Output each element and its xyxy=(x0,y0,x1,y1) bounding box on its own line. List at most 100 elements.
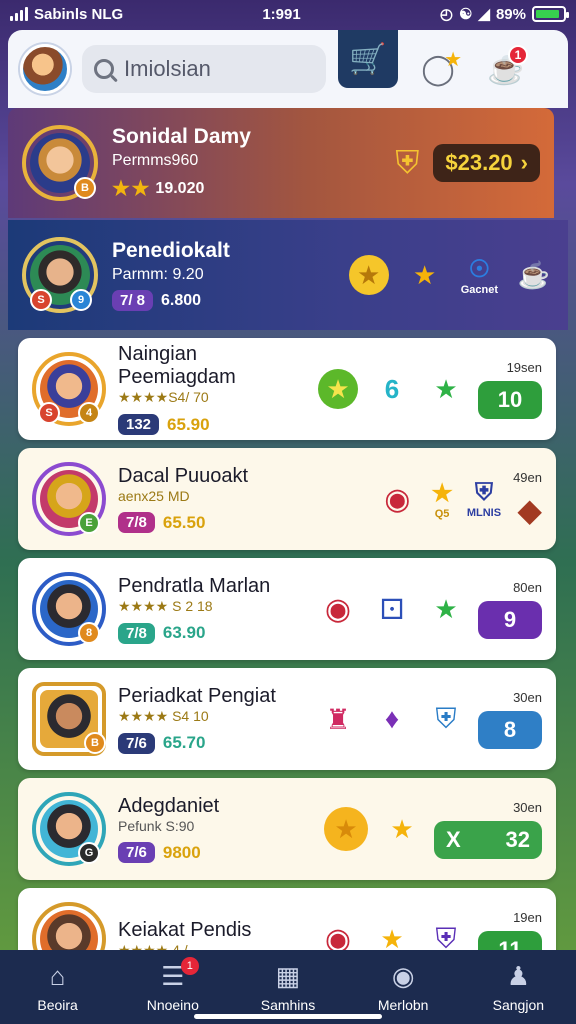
amount-value: $23.20 xyxy=(445,150,513,175)
notifications-button[interactable]: ☕ 1 xyxy=(478,41,534,97)
coin-icon[interactable]: ★ xyxy=(318,369,358,409)
user-avatar[interactable] xyxy=(20,44,70,94)
cup-icon[interactable]: ☕ xyxy=(514,255,554,295)
level-badge: 4 xyxy=(78,402,100,424)
alarm-icon: ◴ xyxy=(439,6,453,23)
star-action[interactable]: ★ Q5 xyxy=(431,479,453,520)
list-item[interactable]: 8 Pendratla Marlan ★★★★ S 2 18 7/8 63.90… xyxy=(18,558,556,660)
player-subtitle: Permms960 xyxy=(112,152,199,169)
level-tag: 132 xyxy=(118,414,160,435)
score-button[interactable]: 9 xyxy=(478,600,542,639)
carrier-label: Sabinls NLG xyxy=(34,5,124,23)
player-subtitle: Parmm: 9.20 xyxy=(112,266,204,283)
player-value: 65.70 xyxy=(162,733,206,752)
shield-action[interactable]: ⛨ MLNIS xyxy=(467,479,501,519)
list-item[interactable]: E Dacal Puuoakt aenx25 MD 7/8 65.50 ◉ ★ … xyxy=(18,448,556,550)
camera-button[interactable]: ◯ ★ xyxy=(410,41,466,97)
wifi-icon: ☯ xyxy=(458,6,473,23)
coin-icon[interactable]: ★ xyxy=(324,807,368,851)
list-item[interactable]: Keiakat Pendis ★★★★ 4 / ◉ ★ ⛨ 19en 11 xyxy=(18,888,556,950)
rating: aenx25 MD xyxy=(118,488,190,504)
time-label: 30en xyxy=(513,689,542,705)
search-bar[interactable]: Imiolsian xyxy=(82,45,326,93)
clock: 1:991 xyxy=(262,5,301,23)
chips-icon[interactable]: ◉ xyxy=(318,589,358,629)
list-item[interactable]: B Periadkat Pengiat ★★★★ S4 10 7/6 65.70… xyxy=(18,668,556,770)
star-icon[interactable]: ★ xyxy=(426,589,466,629)
player-avatar: G xyxy=(32,792,106,866)
rank-badge: S xyxy=(38,402,60,424)
level-tag: 7/ 8 xyxy=(112,290,154,311)
star-icon[interactable]: ★ xyxy=(405,255,445,295)
nav-messages[interactable]: ◉ Merlobn xyxy=(353,961,453,1014)
chart-icon: ▦ xyxy=(275,960,301,991)
nav-profile[interactable]: ♟ Sangjon xyxy=(468,960,568,1014)
score-button[interactable]: 8 xyxy=(478,710,542,749)
level-badge: B xyxy=(84,732,106,754)
rank-badge: B xyxy=(74,177,96,199)
star-icon[interactable]: ★ xyxy=(372,919,412,951)
level-tag: 7/6 xyxy=(118,732,155,754)
nav-stats[interactable]: ▦ Samhins xyxy=(238,960,338,1014)
player-avatar: 8 xyxy=(32,572,106,646)
battery-icon xyxy=(532,6,569,22)
nav-badge: 1 xyxy=(180,957,199,975)
time-label: 19en xyxy=(513,909,542,925)
player-name: Adegdaniet xyxy=(118,795,220,817)
six-icon[interactable]: 6 xyxy=(372,369,412,409)
signal-icon xyxy=(10,7,28,21)
profile-icon: ♟ xyxy=(506,960,530,991)
player-points: 6.800 xyxy=(161,291,202,309)
coin-icon[interactable]: ★ xyxy=(348,255,389,295)
time-label: 30en xyxy=(513,799,542,815)
castle-icon[interactable]: ♜ xyxy=(318,699,358,739)
cat-icon[interactable]: ♦ xyxy=(372,699,412,739)
player-name: Penediokalt xyxy=(112,239,230,262)
chips-icon[interactable]: ◉ xyxy=(318,919,358,951)
amount-button[interactable]: $23.20 › xyxy=(433,144,540,182)
chevron-right-icon: › xyxy=(520,150,528,175)
player-name: Periadkat Pengiat xyxy=(118,684,276,707)
search-input[interactable]: Imiolsian xyxy=(124,56,211,82)
shield-icon: ⛨ xyxy=(474,479,493,506)
player-avatar: S 9 xyxy=(22,237,98,313)
score-button[interactable]: 10 xyxy=(478,380,542,419)
ticket-icon[interactable]: ◆ xyxy=(517,491,542,529)
home-icon: ⌂ xyxy=(49,960,66,991)
list-item[interactable]: G Adegdaniet Pefunk S:90 7/6 9800 ★ ★ 30… xyxy=(18,778,556,880)
cart-button[interactable]: 🛒 xyxy=(338,30,398,88)
gacnet-action[interactable]: ☉ Gacnet xyxy=(461,255,498,296)
level-badge: G xyxy=(78,842,100,864)
list-item[interactable]: S 4 Naingian Peemiagdam ★★★★S4/ 70 132 6… xyxy=(18,338,556,440)
cart-icon: 🛒 xyxy=(349,42,387,76)
player-value: 9800 xyxy=(162,842,201,862)
level-badge: E xyxy=(78,512,100,534)
level-tag: 7/8 xyxy=(118,622,155,644)
level-tag: 7/6 xyxy=(118,842,155,863)
player-name: Pendratla Marlan xyxy=(118,574,271,597)
star-icon[interactable]: ★ xyxy=(426,369,466,409)
dice-icon[interactable]: ⚀ xyxy=(372,589,412,629)
battery-percent: 89% xyxy=(495,5,526,23)
player-avatar: E xyxy=(32,462,106,536)
star-icon[interactable]: ★ xyxy=(382,809,422,849)
bottom-nav: ⌂ Beoira ☰ 1 Nnoeino ▦ Samhins ◉ Merlobn… xyxy=(0,950,576,1024)
featured-row[interactable]: S 9 Penediokalt Parmm: 9.20 7/ 8 6.800 ★… xyxy=(8,220,568,330)
shield-icon: ⛨ xyxy=(395,144,420,180)
chips-icon[interactable]: ◉ xyxy=(377,479,417,519)
search-icon xyxy=(94,59,114,79)
star-icon: ★ xyxy=(431,479,453,507)
player-points: 19.020 xyxy=(155,179,205,197)
shield-icon[interactable]: ⛨ xyxy=(426,699,466,739)
level-tag: 7/8 xyxy=(118,512,155,533)
featured-row[interactable]: B Sonidal Damy Permms960 ★ ★ 19.020 ⛨ $2… xyxy=(8,108,554,218)
nav-home[interactable]: ⌂ Beoira xyxy=(8,960,108,1014)
time-label: 19sen xyxy=(506,359,542,375)
shield-icon[interactable]: ⛨ xyxy=(426,919,466,951)
nav-news[interactable]: ☰ 1 Nnoeino xyxy=(123,957,223,1013)
score-button[interactable]: 11 xyxy=(478,930,542,950)
score-button[interactable]: X 32 xyxy=(434,820,542,859)
player-value: 63.90 xyxy=(162,623,206,642)
star-icon: ★ ★ xyxy=(112,178,149,200)
player-value: 65.90 xyxy=(167,414,210,434)
